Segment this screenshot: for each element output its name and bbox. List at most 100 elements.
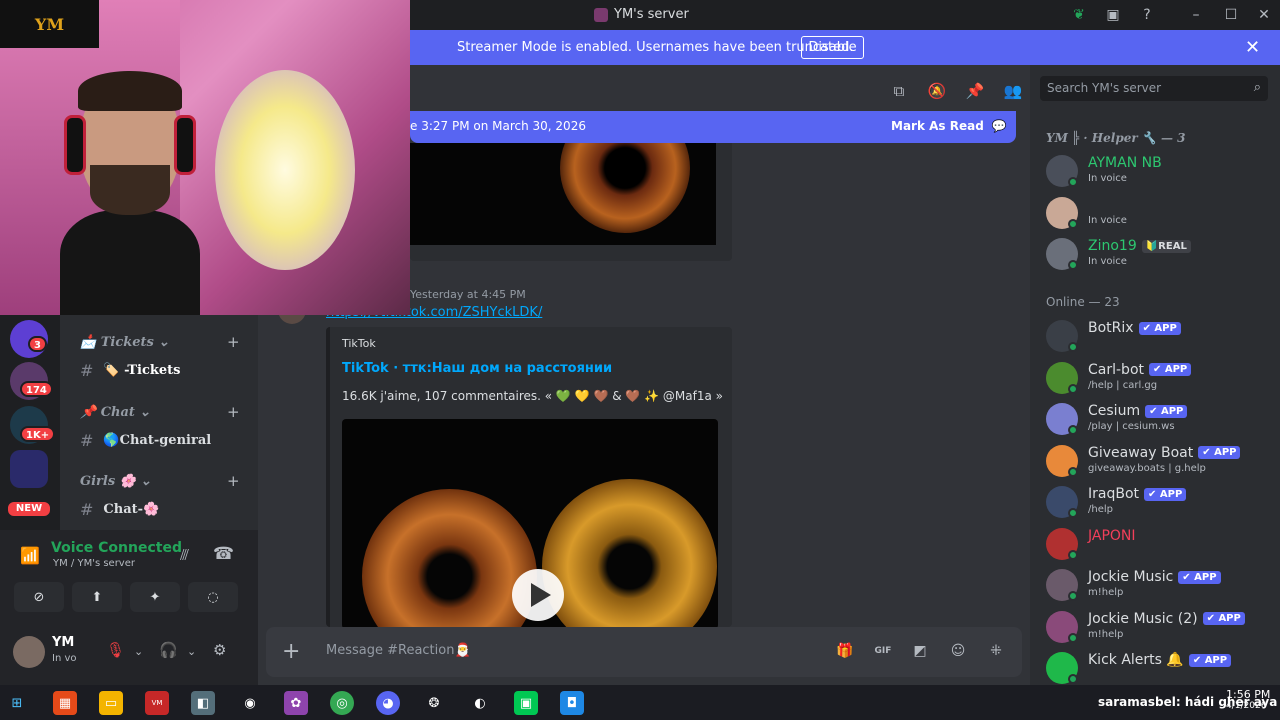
app-icon[interactable]: ✿ (284, 691, 308, 715)
close-banner-icon[interactable]: ✕ (1245, 37, 1260, 58)
embed-video[interactable] (342, 419, 718, 627)
member-name-text: Jockie Music (2) (1088, 610, 1198, 627)
obs-icon[interactable]: ◉ (238, 691, 262, 715)
chevron-down-icon[interactable]: ⌄ (134, 645, 143, 658)
chevron-down-icon[interactable]: ⌄ (187, 645, 196, 658)
member-tag: ✔ APP (1188, 653, 1232, 667)
user-avatar[interactable] (13, 636, 45, 668)
close-window-icon[interactable]: ✕ (1255, 6, 1273, 24)
member-item[interactable]: AYMAN NB In voice (1046, 153, 1276, 191)
taskbar-clock[interactable]: 1:56 PM 4/1/2026 (1226, 688, 1270, 711)
file-explorer-icon[interactable]: ▭ (99, 691, 123, 715)
webcam-lamp (215, 70, 355, 270)
channel-tickets[interactable]: # 🏷️ -Tickets (80, 361, 181, 380)
windows-taskbar: ⊞ ▦ ▭ VM ◧ ◉ ✿ ◎ ◕ ❂ ◐ ▣ ◘ saramasbel: h… (0, 685, 1280, 720)
member-name: Jockie Music ✔ APP (1088, 569, 1221, 585)
online-status-dot (1068, 674, 1078, 684)
member-list-icon[interactable]: 👥 (1003, 81, 1023, 101)
guild-icon-4[interactable] (10, 450, 48, 488)
gift-icon[interactable]: 🎁 (835, 641, 855, 661)
embed-title[interactable]: TikTok · ттк:Наш дом на расстоянии (342, 361, 612, 376)
activities-button[interactable]: ✦ (130, 582, 180, 612)
add-channel-icon[interactable]: + (227, 472, 240, 490)
guild-badge-1: 3 (28, 336, 47, 352)
member-item[interactable]: BotRix ✔ APP (1046, 318, 1276, 356)
help-icon[interactable]: ? (1138, 6, 1156, 24)
member-name-text: BotRix (1088, 320, 1134, 336)
user-name[interactable]: YM (52, 635, 74, 650)
deafened-icon[interactable]: 🎧 (159, 641, 178, 659)
member-subtext: In voice (1088, 214, 1127, 226)
channel-chat-geniral[interactable]: # 🌎Chat-geniral (80, 431, 211, 450)
member-subtext: In voice (1088, 256, 1127, 267)
nitro-leaf-icon[interactable]: ❦ (1070, 6, 1088, 24)
app-icon[interactable]: ◘ (560, 691, 584, 715)
member-item[interactable]: Zino19 🔰REAL In voice (1046, 236, 1276, 274)
previous-embed-image[interactable] (410, 143, 716, 245)
clock-date: 4/1/2026 (1226, 701, 1267, 711)
member-item[interactable]: Jockie Music (2) ✔ APP m!help (1046, 609, 1276, 647)
signal-icon[interactable]: 📶 (20, 546, 40, 565)
member-subtext: In voice (1088, 173, 1127, 184)
add-channel-icon[interactable]: + (227, 333, 240, 351)
app-icon[interactable]: ◧ (191, 691, 215, 715)
sticker-icon[interactable]: ◩ (910, 641, 930, 661)
threads-icon[interactable]: ⧉ (889, 81, 909, 101)
member-item[interactable]: Cesium ✔ APP/play | cesium.ws (1046, 401, 1276, 439)
minimize-icon[interactable]: – (1187, 6, 1205, 24)
member-tag: ✔ APP (1149, 363, 1192, 376)
member-item[interactable]: JAPONI (1046, 526, 1276, 564)
attach-plus-icon[interactable]: + (282, 639, 300, 664)
member-item[interactable]: Giveaway Boat ✔ APP giveaway.boats | g.hel… (1046, 443, 1276, 481)
play-icon[interactable] (512, 569, 564, 621)
webcam-overlay: YM (0, 0, 410, 315)
settings-gear-icon[interactable]: ⚙ (213, 641, 226, 659)
message-input[interactable]: Message #Reaction🎅 (326, 643, 471, 658)
pin-icon[interactable]: 📌 (965, 81, 985, 101)
member-name-text: JAPONI (1088, 527, 1136, 544)
member-item[interactable]: IraqBot ✔ APP/help (1046, 484, 1276, 522)
window-title-text: YM's server (614, 7, 689, 22)
emoji-icon[interactable]: ☺ (948, 641, 968, 661)
store-icon[interactable]: ▦ (53, 691, 77, 715)
new-messages-bar[interactable]: e 3:27 PM on March 30, 2026 Mark As Read… (410, 111, 1016, 143)
add-channel-icon[interactable]: + (227, 403, 240, 421)
discord-icon[interactable]: ◕ (376, 691, 400, 715)
noise-suppression-icon[interactable]: ⫻ (180, 546, 189, 564)
disconnect-icon[interactable]: ☎ (213, 544, 234, 564)
inbox-icon[interactable]: ▣ (1104, 6, 1122, 24)
tiktok-embed: TikTok TikTok · ттк:Наш дом на расстояни… (326, 327, 732, 627)
gif-icon[interactable]: GIF (873, 641, 893, 661)
member-name: Cesium ✔ APP (1088, 403, 1188, 419)
notifications-muted-icon[interactable]: 🔕 (927, 81, 947, 101)
app-icon[interactable]: ❂ (422, 691, 446, 715)
mark-as-read-button[interactable]: Mark As Read 💬 (891, 119, 1007, 133)
member-name-text: Giveaway Boat (1088, 444, 1194, 461)
voicemeeter-icon[interactable]: VM (145, 691, 169, 715)
member-item[interactable]: Carl-bot ✔ APP/help | carl.gg (1046, 360, 1276, 398)
member-item[interactable]: Kick Alerts 🔔 ✔ APP (1046, 650, 1276, 688)
app-icon[interactable]: ◐ (468, 691, 492, 715)
windows-start-icon[interactable]: ⊞ (5, 691, 29, 715)
voice-location[interactable]: YM / YM's server (53, 558, 135, 569)
member-subtext: m!help (1088, 587, 1124, 598)
disable-streamer-mode-button[interactable]: Disable (801, 36, 864, 59)
category-tickets[interactable]: 📩 Tickets ⌄ (80, 335, 169, 350)
member-item[interactable]: Jockie Music ✔ APP m!help (1046, 567, 1276, 605)
soundboard-button[interactable]: ◌ (188, 582, 238, 612)
search-input[interactable]: Search YM's server ⌕ (1040, 76, 1268, 101)
mic-muted-icon[interactable]: 🎙 (106, 641, 125, 659)
category-girls[interactable]: Girls 🌸 ⌄ (80, 474, 151, 489)
app-icon[interactable]: ▣ (514, 691, 538, 715)
message-composer[interactable]: + Message #Reaction🎅 🎁 GIF ◩ ☺ ⁜ (266, 627, 1022, 677)
camera-off-button[interactable]: ⊘ (14, 582, 64, 612)
category-chat[interactable]: 📌 Chat ⌄ (80, 405, 150, 420)
screen-share-button[interactable]: ⬆ (72, 582, 122, 612)
voice-status[interactable]: Voice Connected (51, 540, 182, 556)
chrome-icon[interactable]: ◎ (330, 691, 354, 715)
apps-icon[interactable]: ⁜ (986, 641, 1006, 661)
channel-chat-flower[interactable]: # Chat-🌸 (80, 500, 159, 519)
member-item[interactable]: In voice (1046, 195, 1276, 233)
online-status-dot (1068, 466, 1078, 477)
maximize-icon[interactable]: ☐ (1222, 6, 1240, 24)
